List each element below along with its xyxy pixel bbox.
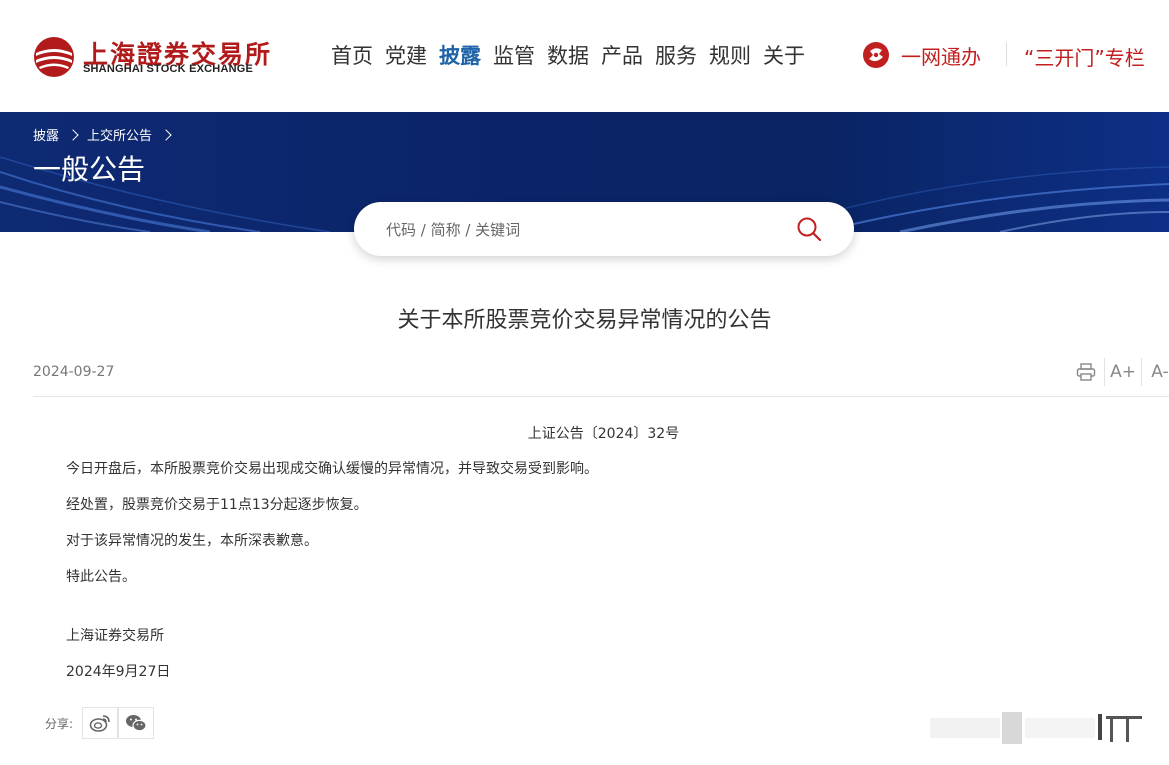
main-nav: 首页 党建 披露 监管 数据 产品 服务 规则 关于 (331, 40, 805, 70)
nav-item-rules[interactable]: 规则 (709, 40, 751, 70)
nav-item-regulation[interactable]: 监管 (493, 40, 535, 70)
breadcrumb-chevron-icon (67, 128, 79, 141)
one-stop-service-link[interactable]: 一网通办 (862, 40, 981, 70)
share-weibo-button[interactable] (82, 707, 118, 739)
search-input[interactable] (384, 215, 768, 245)
article-divider (33, 396, 1169, 397)
nav-item-home[interactable]: 首页 (331, 40, 373, 70)
header-divider (1006, 42, 1007, 66)
print-icon (1076, 363, 1096, 381)
signature-date: 2024年9月27日 (66, 664, 171, 680)
sse-logo[interactable]: 上海證券交易所 SHANGHAI STOCK EXCHANGE (33, 33, 270, 81)
nav-item-party[interactable]: 党建 (385, 40, 427, 70)
font-decrease-button[interactable]: A- (1141, 358, 1169, 386)
nav-item-products[interactable]: 产品 (601, 40, 643, 70)
watermark-decoration (930, 712, 1142, 744)
nav-item-services[interactable]: 服务 (655, 40, 697, 70)
one-stop-service-icon (863, 42, 889, 68)
body-paragraph: 特此公告。 (66, 569, 136, 585)
breadcrumb-chevron-icon (160, 128, 172, 141)
body-paragraph: 对于该异常情况的发生，本所深表歉意。 (66, 533, 318, 549)
article-title: 关于本所股票竞价交易异常情况的公告 (397, 308, 772, 333)
weibo-icon (89, 715, 110, 732)
search-box (354, 202, 854, 256)
body-paragraph: 今日开盘后，本所股票竞价交易出现成交确认缓慢的异常情况，并导致交易受到影响。 (66, 461, 598, 477)
body-paragraph: 经处置，股票竞价交易于11点13分起逐步恢复。 (66, 497, 368, 513)
publish-date: 2024-09-27 (33, 364, 115, 380)
article-tools: A+ A- (1068, 358, 1169, 386)
one-stop-service-label: 一网通办 (901, 44, 981, 69)
share-label: 分享: (45, 717, 74, 731)
three-doors-column-link[interactable]: “三开门”专栏 (1024, 42, 1145, 71)
sse-logo-icon (34, 37, 74, 77)
breadcrumb-disclosure[interactable]: 披露 (33, 125, 59, 144)
nav-item-disclosure[interactable]: 披露 (439, 40, 481, 70)
site-header: 上海證券交易所 SHANGHAI STOCK EXCHANGE 首页 党建 披露… (0, 0, 1169, 112)
font-increase-button[interactable]: A+ (1104, 358, 1141, 386)
nav-item-data[interactable]: 数据 (547, 40, 589, 70)
document-number: 上证公告〔2024〕32号 (527, 426, 680, 442)
print-button[interactable] (1068, 358, 1104, 386)
signature-org: 上海证券交易所 (66, 628, 164, 644)
nav-item-about[interactable]: 关于 (763, 40, 805, 70)
wechat-icon (126, 715, 147, 732)
search-icon[interactable] (796, 216, 822, 242)
breadcrumb-sse-announcements[interactable]: 上交所公告 (87, 125, 152, 144)
logo-english-name: SHANGHAI STOCK EXCHANGE (83, 63, 254, 75)
page-title: 一般公告 (33, 153, 146, 186)
breadcrumb: 披露 上交所公告 (33, 125, 180, 144)
share-wechat-button[interactable] (118, 707, 154, 739)
